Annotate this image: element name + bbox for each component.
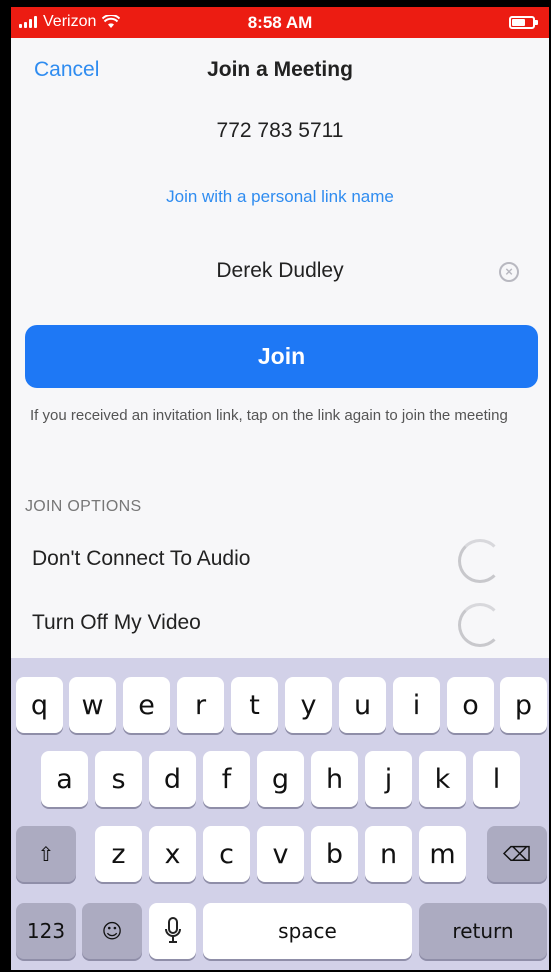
join-options-heading: JOIN OPTIONS bbox=[25, 498, 142, 515]
key-h[interactable]: h bbox=[311, 751, 358, 807]
key-j[interactable]: j bbox=[365, 751, 412, 807]
display-name-field[interactable]: Derek Dudley bbox=[11, 259, 549, 283]
key-a[interactable]: a bbox=[41, 751, 88, 807]
status-bar: Verizon 8:58 AM bbox=[11, 7, 549, 38]
key-r[interactable]: r bbox=[177, 677, 224, 733]
status-time: 8:58 AM bbox=[247, 13, 313, 32]
phone-screen: Verizon 8:58 AM Cancel Join a Meeting 77… bbox=[11, 7, 549, 970]
key-t[interactable]: t bbox=[231, 677, 278, 733]
join-button[interactable]: Join bbox=[25, 325, 538, 388]
keyboard: q w e r t y u i o p a s d f g h j k l ⇧ … bbox=[11, 658, 549, 970]
key-g[interactable]: g bbox=[257, 751, 304, 807]
key-z[interactable]: z bbox=[95, 826, 142, 882]
key-y[interactable]: y bbox=[285, 677, 332, 733]
dictation-key[interactable] bbox=[149, 903, 196, 959]
key-k[interactable]: k bbox=[419, 751, 466, 807]
battery-icon bbox=[509, 16, 538, 29]
option-label-video: Turn Off My Video bbox=[32, 611, 201, 634]
key-v[interactable]: v bbox=[257, 826, 304, 882]
personal-link-name-link[interactable]: Join with a personal link name bbox=[11, 187, 549, 207]
key-e[interactable]: e bbox=[123, 677, 170, 733]
key-n[interactable]: n bbox=[365, 826, 412, 882]
key-i[interactable]: i bbox=[393, 677, 440, 733]
backspace-key[interactable]: ⌫ bbox=[487, 826, 547, 882]
key-o[interactable]: o bbox=[447, 677, 494, 733]
shift-key[interactable]: ⇧ bbox=[16, 826, 76, 882]
audio-toggle[interactable] bbox=[458, 539, 502, 583]
return-key[interactable]: return bbox=[419, 903, 547, 959]
option-label-audio: Don't Connect To Audio bbox=[32, 547, 251, 570]
key-q[interactable]: q bbox=[16, 677, 63, 733]
key-d[interactable]: d bbox=[149, 751, 196, 807]
space-key[interactable]: space bbox=[203, 903, 412, 959]
key-w[interactable]: w bbox=[69, 677, 116, 733]
key-p[interactable]: p bbox=[500, 677, 547, 733]
key-u[interactable]: u bbox=[339, 677, 386, 733]
key-f[interactable]: f bbox=[203, 751, 250, 807]
key-m[interactable]: m bbox=[419, 826, 466, 882]
meeting-id-field[interactable]: 772 783 5711 bbox=[11, 119, 549, 143]
emoji-key[interactable]: ☺ bbox=[82, 903, 142, 959]
key-l[interactable]: l bbox=[473, 751, 520, 807]
clear-icon[interactable]: × bbox=[499, 262, 519, 282]
microphone-icon bbox=[164, 917, 181, 943]
numbers-key[interactable]: 123 bbox=[16, 903, 76, 959]
key-s[interactable]: s bbox=[95, 751, 142, 807]
key-b[interactable]: b bbox=[311, 826, 358, 882]
key-x[interactable]: x bbox=[149, 826, 196, 882]
key-c[interactable]: c bbox=[203, 826, 250, 882]
invitation-hint: If you received an invitation link, tap … bbox=[30, 407, 508, 424]
page-title: Join a Meeting bbox=[207, 58, 353, 81]
video-toggle[interactable] bbox=[458, 603, 502, 647]
